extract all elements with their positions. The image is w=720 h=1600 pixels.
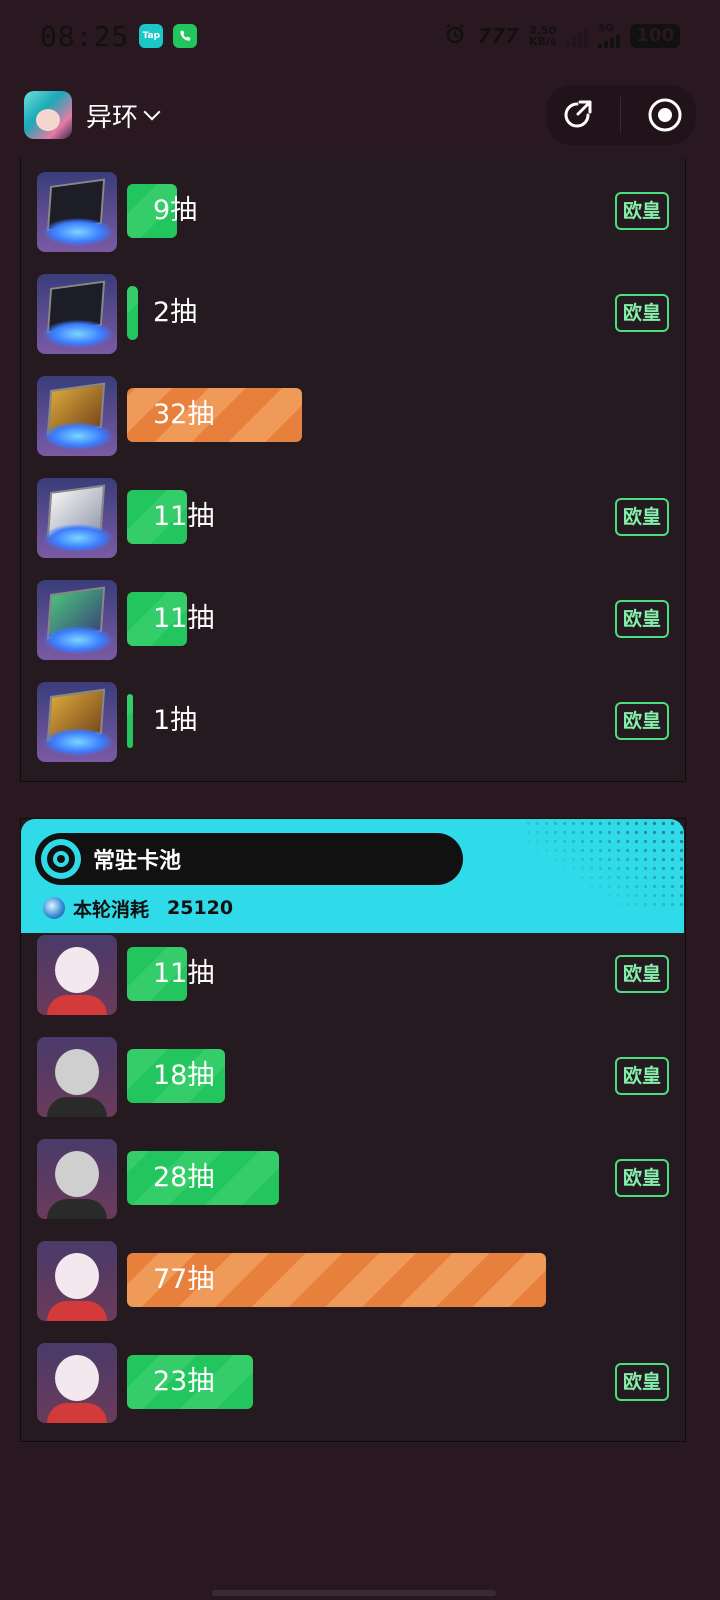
pull-count-label: 23抽 bbox=[153, 1366, 215, 1397]
arc-card-white-icon bbox=[37, 478, 117, 558]
lucky-badge: 欧皇 bbox=[615, 955, 669, 993]
lucky-badge: 欧皇 bbox=[615, 1159, 669, 1197]
status-time: 08:25 bbox=[40, 19, 130, 53]
arc-card-icon bbox=[37, 172, 117, 252]
pull-count-label: 1抽 bbox=[153, 705, 198, 736]
status-bar: 08:25 Tap 777 3.50 KB/s 5G 100 bbox=[0, 0, 720, 72]
pull-count-label: 32抽 bbox=[153, 399, 215, 430]
list-item[interactable]: 23抽 欧皇 bbox=[37, 1343, 669, 1425]
pull-count-label: 18抽 bbox=[153, 1060, 215, 1091]
signal-5g-icon bbox=[598, 34, 621, 48]
arc-card-green-icon bbox=[37, 580, 117, 660]
list-item[interactable]: 11抽 欧皇 bbox=[37, 478, 669, 560]
pull-count-label: 9抽 bbox=[153, 195, 198, 226]
pull-count-label: 28抽 bbox=[153, 1162, 215, 1193]
taptap-icon: Tap bbox=[139, 24, 164, 48]
arc-card-icon bbox=[37, 274, 117, 354]
lucky-badge: 欧皇 bbox=[615, 192, 669, 230]
home-indicator[interactable] bbox=[212, 1590, 496, 1596]
character-avatar-grey bbox=[37, 1139, 117, 1219]
pull-count-bar bbox=[127, 694, 133, 748]
alarm-icon bbox=[443, 20, 467, 53]
arc-card-gold-icon bbox=[37, 376, 117, 456]
record-target-icon[interactable] bbox=[647, 97, 683, 133]
chevron-down-icon[interactable] bbox=[143, 103, 161, 121]
list-item[interactable]: 11抽 欧皇 bbox=[37, 935, 669, 1017]
limited-pool-record-list: 9抽 欧皇 2抽 欧皇 32抽 11抽 欧皇 11抽 欧皇 1抽 欧皇 bbox=[20, 158, 686, 782]
lucky-badge: 欧皇 bbox=[615, 600, 669, 638]
character-avatar-grey bbox=[37, 1037, 117, 1117]
list-item[interactable]: 2抽 欧皇 bbox=[37, 274, 669, 356]
net-speed-unit: KB/s bbox=[528, 35, 557, 48]
cost-value: 25120 bbox=[167, 897, 234, 919]
target-icon bbox=[41, 839, 81, 879]
lucky-badge: 欧皇 bbox=[615, 1057, 669, 1095]
list-item[interactable]: 28抽 欧皇 bbox=[37, 1139, 669, 1221]
list-item[interactable]: 32抽 bbox=[37, 376, 669, 458]
standard-pool-card: 常驻卡池 本轮消耗 25120 11抽 欧皇 18抽 欧皇 28抽 欧皇 77抽… bbox=[20, 818, 686, 1442]
pull-count-label: 11抽 bbox=[153, 603, 215, 634]
app-bar: 异环 bbox=[0, 72, 720, 158]
signal-icon bbox=[566, 25, 589, 47]
arc-card-gold-icon bbox=[37, 682, 117, 762]
net-speed: 3.50 KB/s bbox=[529, 25, 556, 47]
share-icon[interactable] bbox=[559, 97, 595, 133]
phone-icon bbox=[173, 24, 198, 48]
carrier-logo-icon: 777 bbox=[477, 24, 519, 48]
pool-header: 常驻卡池 本轮消耗 25120 bbox=[21, 819, 684, 933]
lucky-badge: 欧皇 bbox=[615, 498, 669, 536]
list-item[interactable]: 9抽 欧皇 bbox=[37, 172, 669, 254]
pull-count-label: 11抽 bbox=[153, 501, 215, 532]
pool-title-pill: 常驻卡池 bbox=[35, 833, 463, 885]
list-item[interactable]: 11抽 欧皇 bbox=[37, 580, 669, 662]
network-type: 5G bbox=[598, 23, 614, 34]
pull-count-label: 11抽 bbox=[153, 958, 215, 989]
character-avatar-red bbox=[37, 1343, 117, 1423]
capsule-divider bbox=[620, 97, 622, 133]
lucky-badge: 欧皇 bbox=[615, 1363, 669, 1401]
list-item[interactable]: 18抽 欧皇 bbox=[37, 1037, 669, 1119]
pull-count-label: 2抽 bbox=[153, 297, 198, 328]
currency-orb-icon bbox=[43, 897, 65, 919]
character-avatar-red bbox=[37, 935, 117, 1015]
list-item[interactable]: 1抽 欧皇 bbox=[37, 682, 669, 764]
battery-indicator: 100 bbox=[630, 24, 680, 48]
lucky-badge: 欧皇 bbox=[615, 294, 669, 332]
character-avatar-red bbox=[37, 1241, 117, 1321]
capsule-actions bbox=[546, 85, 696, 145]
pull-count-label: 77抽 bbox=[153, 1264, 215, 1295]
lucky-badge: 欧皇 bbox=[615, 702, 669, 740]
halftone-decoration bbox=[524, 819, 684, 909]
game-name[interactable]: 异环 bbox=[86, 97, 138, 134]
cost-label: 本轮消耗 bbox=[73, 898, 150, 921]
pool-title: 常驻卡池 bbox=[93, 849, 182, 874]
list-item[interactable]: 77抽 bbox=[37, 1241, 669, 1323]
pull-count-bar bbox=[127, 286, 138, 340]
cost-row: 本轮消耗 25120 bbox=[43, 893, 233, 923]
game-avatar[interactable] bbox=[24, 91, 72, 139]
